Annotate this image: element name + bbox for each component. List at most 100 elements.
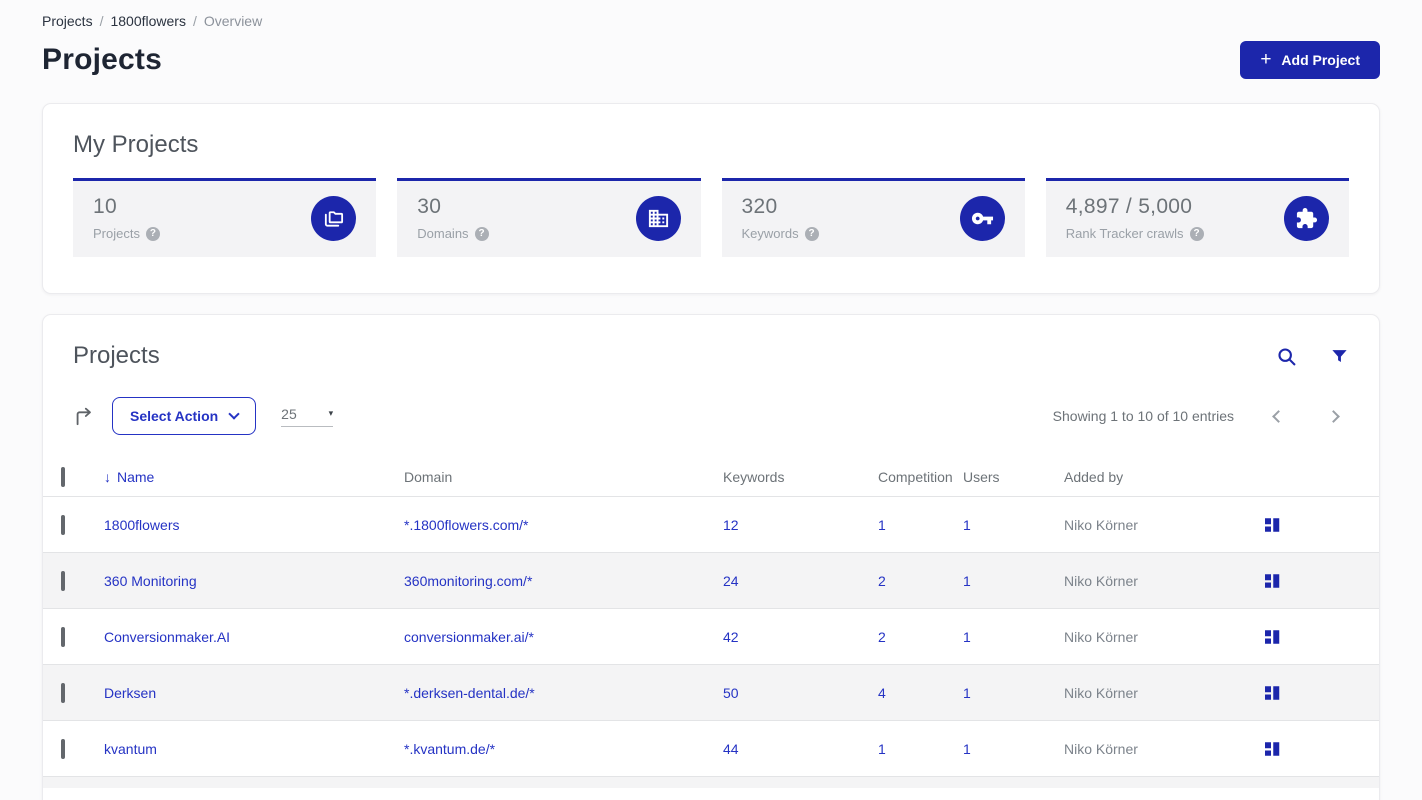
row-checkbox[interactable] (61, 626, 65, 647)
help-icon[interactable]: ? (145, 226, 160, 241)
dropdown-arrow-icon: ▾ (328, 408, 334, 418)
select-action-label: Select Action (130, 408, 219, 424)
table-row: Derksen *.derksen-dental.de/* 50 4 1 Nik… (43, 665, 1379, 721)
stats-grid: 10 Projects ? 30 Domains ? 320 Keywords … (73, 178, 1349, 257)
row-checkbox[interactable] (61, 738, 65, 759)
page-size-select[interactable]: 25 ▾ (281, 405, 334, 427)
keywords-count-cell[interactable]: 24 (723, 573, 739, 589)
project-name-link[interactable]: Conversionmaker.AI (104, 629, 230, 645)
dashboard-icon[interactable] (1263, 740, 1282, 758)
building-icon (635, 195, 681, 241)
added-by-cell: Niko Körner (1064, 628, 1138, 645)
keywords-count-cell[interactable]: 44 (723, 741, 739, 757)
project-name-link[interactable]: 360 Monitoring (104, 573, 197, 589)
next-page-button[interactable] (1323, 406, 1344, 427)
breadcrumb: Projects / 1800flowers / Overview (42, 0, 1380, 29)
project-domain-link[interactable]: conversionmaker.ai/* (404, 629, 534, 645)
dashboard-icon[interactable] (1263, 572, 1282, 590)
chevron-down-icon (228, 408, 240, 420)
domains-stat-label: Domains (417, 226, 469, 241)
filter-icon[interactable] (1330, 347, 1349, 366)
users-count-cell[interactable]: 1 (963, 685, 971, 701)
keywords-count-cell[interactable]: 12 (723, 517, 739, 533)
keywords-count: 320 (741, 195, 778, 218)
breadcrumb-separator: / (192, 13, 197, 29)
added-by-cell: Niko Körner (1064, 572, 1138, 589)
competition-count-cell[interactable]: 1 (878, 741, 886, 757)
my-projects-panel: My Projects 10 Projects ? 30 Domains ? 3… (42, 103, 1380, 294)
domains-count: 30 (417, 195, 442, 218)
table-row-partial (43, 777, 1379, 788)
column-header-users[interactable]: Users (963, 469, 1064, 485)
projects-panel-title: Projects (73, 342, 160, 369)
column-header-name[interactable]: ↓ Name (104, 469, 404, 485)
showing-entries-text: Showing 1 to 10 of 10 entries (1052, 408, 1234, 424)
projects-panel: Projects Select Action 25 ▾ Showing 1 to… (42, 314, 1380, 800)
stat-card-domains: 30 Domains ? (397, 178, 701, 257)
competition-count-cell[interactable]: 2 (878, 629, 886, 645)
stat-card-keywords: 320 Keywords ? (721, 178, 1025, 257)
column-header-competition[interactable]: Competition (878, 469, 963, 485)
table-row: kvantum *.kvantum.de/* 44 1 1 Niko Körne… (43, 721, 1379, 777)
competition-count-cell[interactable]: 2 (878, 573, 886, 589)
my-projects-title: My Projects (73, 131, 199, 158)
dashboard-icon[interactable] (1263, 628, 1282, 646)
chevron-right-icon (1327, 409, 1340, 423)
project-domain-link[interactable]: 360monitoring.com/* (404, 573, 532, 589)
projects-stat-label: Projects (93, 226, 140, 241)
keywords-count-cell[interactable]: 42 (723, 629, 739, 645)
row-checkbox[interactable] (61, 514, 65, 535)
previous-page-button[interactable] (1268, 406, 1289, 427)
keywords-count-cell[interactable]: 50 (723, 685, 739, 701)
breadcrumb-current-page: Overview (203, 13, 263, 29)
add-project-button[interactable]: + Add Project (1240, 41, 1380, 79)
users-count-cell[interactable]: 1 (963, 573, 971, 589)
page-size-value: 25 (281, 405, 297, 422)
key-icon (959, 195, 1005, 241)
column-header-domain[interactable]: Domain (404, 469, 723, 485)
row-checkbox[interactable] (61, 682, 65, 703)
added-by-cell: Niko Körner (1064, 516, 1138, 533)
stat-card-crawls: 4,897 / 5,000 Rank Tracker crawls ? (1045, 178, 1349, 257)
column-header-keywords[interactable]: Keywords (723, 469, 878, 485)
project-name-link[interactable]: Derksen (104, 685, 156, 701)
keywords-stat-label: Keywords (741, 226, 799, 241)
breadcrumb-separator: / (99, 13, 104, 29)
added-by-cell: Niko Körner (1064, 684, 1138, 701)
competition-count-cell[interactable]: 1 (878, 517, 886, 533)
puzzle-icon (1284, 195, 1329, 241)
projects-count: 10 (93, 195, 117, 218)
table-body: 1800flowers *.1800flowers.com/* 12 1 1 N… (43, 497, 1379, 777)
users-count-cell[interactable]: 1 (963, 741, 971, 757)
project-domain-link[interactable]: *.derksen-dental.de/* (404, 685, 535, 701)
table-row: Conversionmaker.AI conversionmaker.ai/* … (43, 609, 1379, 665)
select-action-dropdown[interactable]: Select Action (112, 397, 257, 435)
row-checkbox[interactable] (61, 570, 65, 591)
export-icon[interactable] (73, 405, 95, 427)
project-domain-link[interactable]: *.kvantum.de/* (404, 741, 495, 757)
dashboard-icon[interactable] (1263, 516, 1282, 534)
add-project-label: Add Project (1281, 52, 1360, 68)
column-header-added-by[interactable]: Added by (1064, 469, 1263, 485)
plus-icon: + (1260, 48, 1272, 70)
users-count-cell[interactable]: 1 (963, 517, 971, 533)
table-header-row: ↓ Name Domain Keywords Competition Users… (43, 457, 1379, 497)
search-icon[interactable] (1276, 346, 1297, 367)
sort-descending-icon: ↓ (104, 468, 111, 485)
select-all-checkbox[interactable] (61, 466, 65, 487)
crawls-stat-label: Rank Tracker crawls (1065, 226, 1184, 241)
users-count-cell[interactable]: 1 (963, 629, 971, 645)
help-icon[interactable]: ? (1189, 226, 1204, 241)
dashboard-icon[interactable] (1263, 684, 1282, 702)
help-icon[interactable]: ? (474, 226, 489, 241)
competition-count-cell[interactable]: 4 (878, 685, 886, 701)
project-domain-link[interactable]: *.1800flowers.com/* (404, 517, 529, 533)
breadcrumb-project-name[interactable]: 1800flowers (110, 13, 186, 29)
breadcrumb-projects[interactable]: Projects (42, 13, 93, 29)
table-row: 360 Monitoring 360monitoring.com/* 24 2 … (43, 553, 1379, 609)
project-name-link[interactable]: kvantum (104, 741, 157, 757)
help-icon[interactable]: ? (804, 226, 819, 241)
added-by-cell: Niko Körner (1064, 740, 1138, 757)
table-row: 1800flowers *.1800flowers.com/* 12 1 1 N… (43, 497, 1379, 553)
project-name-link[interactable]: 1800flowers (104, 517, 180, 533)
